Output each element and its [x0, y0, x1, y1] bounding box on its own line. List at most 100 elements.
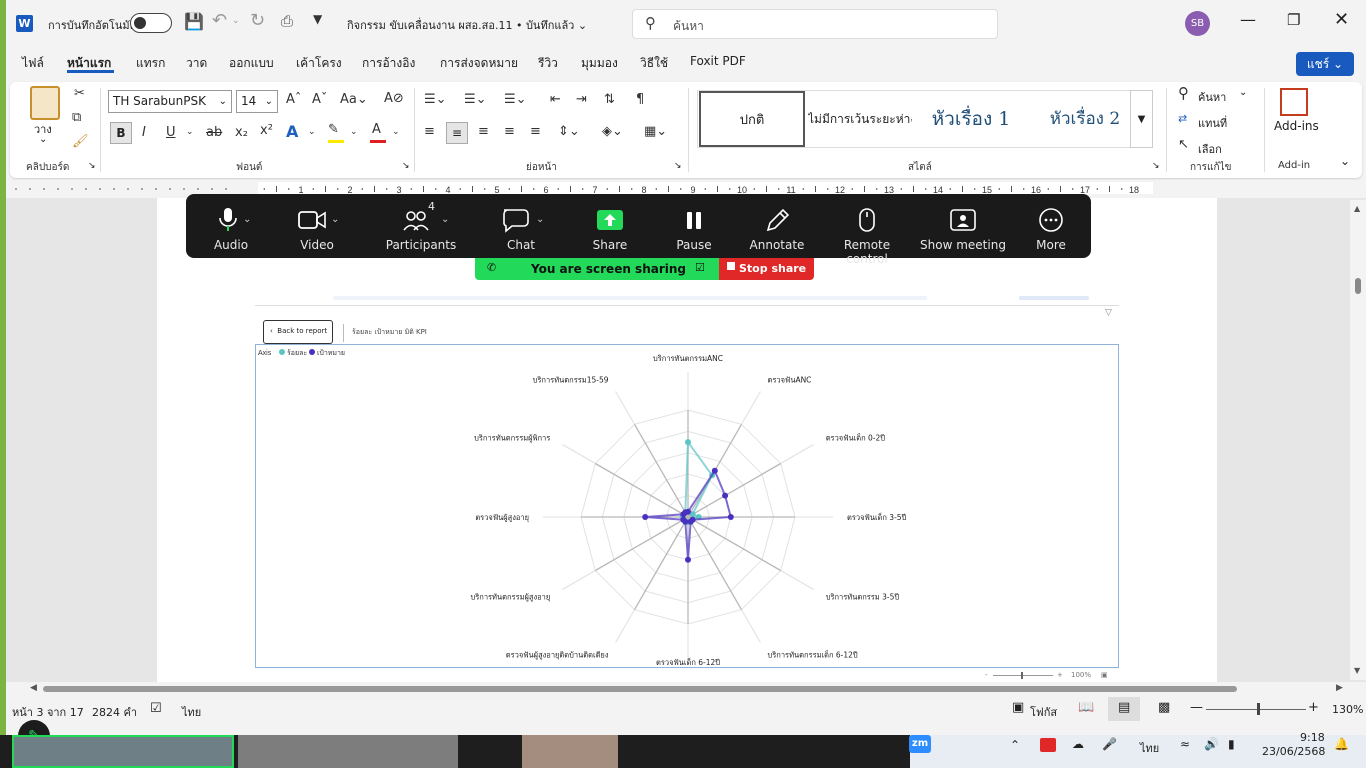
- shading-icon[interactable]: ◈⌄: [602, 124, 623, 139]
- zoom-in-icon[interactable]: +: [1057, 671, 1063, 679]
- audio-button[interactable]: ⌄ Audio: [196, 194, 266, 258]
- undo-dropdown-icon[interactable]: ⌄: [232, 16, 240, 26]
- proofing-icon[interactable]: ☑: [150, 701, 162, 716]
- show-meeting-button[interactable]: Show meeting: [920, 194, 1006, 258]
- battery-icon[interactable]: ▮: [1228, 737, 1235, 751]
- paste-dropdown-icon[interactable]: ⌄: [39, 134, 47, 145]
- zoom-slider[interactable]: [993, 675, 1053, 676]
- font-name-combo[interactable]: TH SarabunPSK ⌄: [108, 90, 232, 113]
- add-ins-button[interactable]: Add-ins: [1274, 119, 1319, 133]
- thai-distributed-icon[interactable]: ≡: [530, 124, 541, 139]
- grow-font-icon[interactable]: Aˆ: [286, 92, 301, 107]
- focus-label[interactable]: โฟกัส: [1030, 703, 1057, 721]
- tab-layout[interactable]: เค้าโครง: [296, 54, 342, 73]
- format-painter-icon[interactable]: 🖌: [72, 134, 89, 149]
- share-screen-button[interactable]: Share: [576, 194, 644, 258]
- zoom-app-icon[interactable]: zm: [909, 735, 931, 753]
- align-right-icon[interactable]: ≡: [478, 124, 489, 139]
- scroll-thumb[interactable]: [1355, 278, 1361, 294]
- back-to-report-button[interactable]: ‹ Back to report: [263, 320, 333, 344]
- chat-button[interactable]: ⌄ Chat: [482, 194, 560, 258]
- scroll-right-icon[interactable]: ▶: [1336, 683, 1343, 693]
- chevron-down-icon[interactable]: ⌄: [350, 127, 358, 137]
- fit-page-icon[interactable]: ▣: [1101, 671, 1108, 679]
- document-title[interactable]: กิจกรรม ขับเคลื่อนงาน ผสอ.สอ.11 • บันทึก…: [347, 16, 587, 34]
- user-avatar[interactable]: SB: [1185, 11, 1210, 36]
- replace-label[interactable]: แทนที่: [1198, 114, 1227, 132]
- font-size-combo[interactable]: 14 ⌄: [236, 90, 278, 113]
- styles-launcher-icon[interactable]: ↘: [1152, 161, 1160, 171]
- participants-button[interactable]: ⌄ Participants 4: [376, 194, 466, 258]
- read-mode-icon[interactable]: 📖: [1078, 700, 1094, 715]
- restore-icon[interactable]: ❐: [1287, 11, 1300, 29]
- undo-icon[interactable]: ↶: [212, 10, 227, 31]
- print-preview-icon[interactable]: ⎙: [281, 12, 293, 30]
- clipboard-launcher-icon[interactable]: ↘: [88, 161, 96, 171]
- horizontal-scrollbar[interactable]: ◀ ▶: [30, 682, 1350, 696]
- select-icon[interactable]: ↖: [1178, 137, 1189, 152]
- word-count[interactable]: 2824 คำ: [92, 703, 137, 721]
- scroll-up-icon[interactable]: ▲: [1354, 204, 1360, 213]
- increase-indent-icon[interactable]: ⇥: [576, 92, 587, 107]
- clock-date[interactable]: 23/06/2568: [1262, 745, 1325, 758]
- participant-video-3[interactable]: [522, 735, 618, 768]
- autosave-toggle[interactable]: [130, 13, 172, 33]
- scroll-down-icon[interactable]: ▼: [1354, 666, 1360, 675]
- zoom-out-icon[interactable]: —: [1190, 700, 1203, 715]
- style-normal[interactable]: ปกติ: [699, 91, 805, 147]
- chevron-down-icon[interactable]: ⌄: [308, 127, 316, 137]
- style-no-spacing[interactable]: ไม่มีการเว้นระยะห่าง: [808, 91, 912, 147]
- web-layout-icon[interactable]: ▩: [1158, 700, 1170, 715]
- video-button[interactable]: ⌄ Video: [282, 194, 352, 258]
- decrease-indent-icon[interactable]: ⇤: [550, 92, 561, 107]
- onedrive-icon[interactable]: ☁: [1072, 737, 1084, 751]
- tab-file[interactable]: ไฟล์: [22, 54, 44, 73]
- text-effects-icon[interactable]: A: [286, 122, 298, 141]
- zoom-level[interactable]: 130%: [1332, 703, 1363, 716]
- more-button[interactable]: More: [1016, 194, 1086, 258]
- volume-icon[interactable]: 🔊: [1204, 737, 1219, 751]
- tab-mailings[interactable]: การส่งจดหมาย: [440, 54, 518, 73]
- pause-button[interactable]: Pause: [660, 194, 728, 258]
- chevron-up-icon[interactable]: ⌃: [1010, 738, 1020, 752]
- language-status[interactable]: ไทย: [182, 703, 201, 721]
- underline-button[interactable]: U: [166, 125, 176, 140]
- zoom-slider[interactable]: [1206, 709, 1306, 710]
- style-heading-2[interactable]: หัวเรื่อง 2: [1030, 91, 1140, 147]
- page-count[interactable]: หน้า 3 จาก 17: [12, 703, 84, 721]
- chevron-down-icon[interactable]: ⌄: [392, 127, 400, 137]
- microphone-tray-icon[interactable]: 🎤: [1102, 737, 1117, 751]
- tray-app-icon[interactable]: [1040, 738, 1056, 752]
- tab-references[interactable]: การอ้างอิง: [362, 54, 415, 73]
- replace-icon[interactable]: ⇄: [1178, 112, 1187, 125]
- italic-button[interactable]: I: [142, 125, 146, 140]
- bullets-icon[interactable]: ☰⌄: [424, 92, 447, 107]
- zoom-out-icon[interactable]: -: [985, 671, 988, 679]
- zoom-in-icon[interactable]: +: [1308, 700, 1319, 715]
- align-left-icon[interactable]: ≡: [424, 124, 435, 139]
- show-marks-icon[interactable]: ¶: [636, 92, 644, 107]
- stop-share-button[interactable]: Stop share: [719, 258, 814, 280]
- cut-icon[interactable]: ✂: [74, 86, 85, 101]
- multilevel-list-icon[interactable]: ☰⌄: [504, 92, 527, 107]
- zoom-slider-thumb[interactable]: [1021, 672, 1023, 679]
- minimize-icon[interactable]: —: [1240, 10, 1256, 29]
- search-box[interactable]: ⚲ ค้นหา: [632, 9, 998, 39]
- font-launcher-icon[interactable]: ↘: [402, 161, 410, 171]
- select-label[interactable]: เลือก: [1198, 140, 1222, 158]
- paragraph-launcher-icon[interactable]: ↘: [674, 161, 682, 171]
- bold-button[interactable]: B: [110, 122, 132, 144]
- report-zoom-control[interactable]: - + 100% ▣: [985, 671, 1119, 680]
- remote-control-button[interactable]: Remote control: [822, 194, 912, 266]
- shrink-font-icon[interactable]: Aˇ: [312, 92, 327, 107]
- change-case-icon[interactable]: Aa⌄: [340, 92, 368, 107]
- tab-foxit-pdf[interactable]: Foxit PDF: [690, 54, 746, 68]
- customize-toolbar-icon[interactable]: ▼: [313, 12, 322, 26]
- strikethrough-button[interactable]: ab: [206, 125, 222, 140]
- paste-icon[interactable]: [30, 86, 60, 120]
- borders-icon[interactable]: ▦⌄: [644, 124, 667, 139]
- tab-help[interactable]: วิธีใช้: [640, 54, 668, 73]
- tab-review[interactable]: รีวิว: [538, 54, 558, 73]
- copy-icon[interactable]: ⧉: [72, 110, 81, 125]
- scroll-thumb[interactable]: [43, 686, 1237, 692]
